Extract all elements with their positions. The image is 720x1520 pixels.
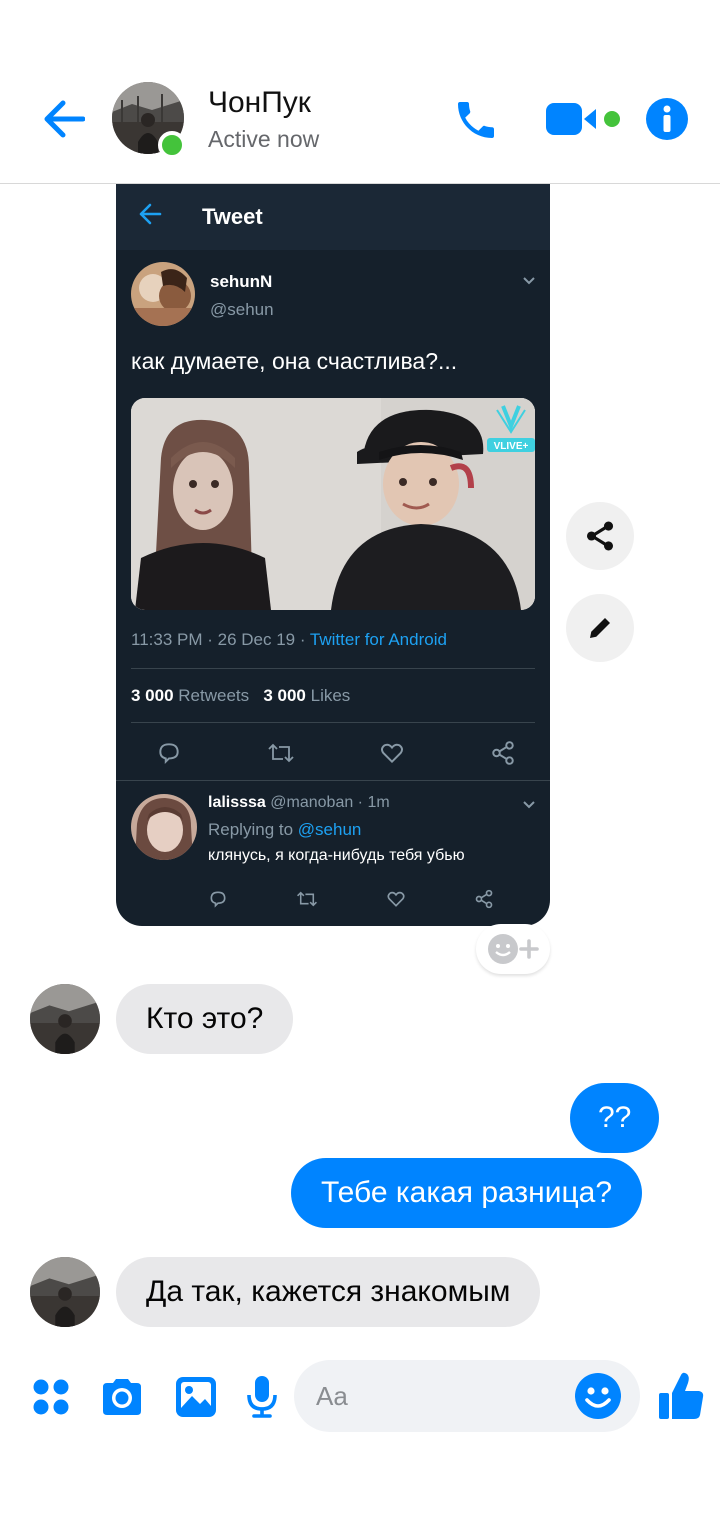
- tweet-stats: 3 000 Retweets 3 000 Likes: [131, 686, 350, 706]
- sender-avatar[interactable]: [30, 984, 100, 1054]
- reply-context: Replying to @sehun: [208, 820, 361, 840]
- tweet-meta: 11:33 PM · 26 Dec 19 · Twitter for Andro…: [131, 630, 447, 650]
- reply-separator: [116, 780, 550, 781]
- gallery-button[interactable]: [174, 1374, 218, 1420]
- likes-label: Likes: [310, 686, 351, 705]
- retweets-label: Retweets: [178, 686, 250, 705]
- like-icon: [387, 891, 405, 907]
- shared-tweet-image[interactable]: Tweet sehunN @sehun как думаете, она сча…: [116, 184, 550, 926]
- tweet-divider: [131, 722, 535, 723]
- message-incoming[interactable]: Кто это?: [116, 984, 294, 1054]
- tweet-topbar-title: Tweet: [202, 204, 263, 229]
- camera-button[interactable]: [98, 1374, 146, 1420]
- message-outgoing[interactable]: ??: [570, 1083, 660, 1153]
- back-arrow-icon: [44, 100, 85, 138]
- like-icon: [381, 743, 404, 764]
- replying-prefix: Replying to: [208, 820, 298, 839]
- chevron-down-icon: [523, 277, 535, 285]
- reply-author-name: lalisssa: [208, 794, 266, 811]
- sender-avatar[interactable]: [30, 1257, 100, 1327]
- online-status-dot: [158, 131, 186, 159]
- tweet-actions: [156, 740, 516, 766]
- info-icon: [646, 98, 688, 140]
- message-input[interactable]: [316, 1360, 566, 1432]
- reply-author-meta: @manoban · 1m: [265, 794, 390, 811]
- reply-text: клянусь, я когда-нибудь тебя убью: [208, 847, 465, 864]
- back-button[interactable]: [40, 96, 86, 142]
- more-apps-button[interactable]: [30, 1374, 72, 1420]
- message-input-container: [294, 1360, 640, 1432]
- share-icon: [586, 521, 614, 551]
- tweet-topbar: Tweet: [116, 184, 550, 250]
- reply-actions: [208, 888, 494, 910]
- add-reaction-icon: [488, 934, 539, 964]
- tweet-back-arrow-icon: [139, 203, 162, 225]
- emoji-button[interactable]: [574, 1372, 622, 1420]
- retweets-count: 3 000: [131, 686, 174, 705]
- gallery-icon: [176, 1377, 216, 1417]
- pencil-icon: [590, 618, 610, 638]
- tweet-share-icon: [475, 889, 493, 909]
- reply-icon: [210, 891, 226, 908]
- tweet-author-avatar: [131, 262, 195, 326]
- video-camera-icon: [546, 103, 620, 135]
- add-reaction-button[interactable]: [476, 924, 550, 974]
- contact-status: Active now: [208, 126, 320, 152]
- edit-button[interactable]: [566, 594, 634, 662]
- reply-author-avatar: [131, 794, 197, 860]
- apps-grid-icon: [33, 1379, 69, 1415]
- like-send-button[interactable]: [656, 1370, 706, 1422]
- message-incoming[interactable]: Да так, кажется знакомым: [116, 1257, 541, 1327]
- tweet-share-icon: [492, 741, 514, 765]
- voice-call-button[interactable]: [450, 94, 502, 146]
- thumbs-up-icon: [659, 1372, 704, 1419]
- tweet-author-name: sehunN: [210, 272, 273, 291]
- emoji-icon: [575, 1373, 621, 1419]
- retweet-icon: [268, 743, 294, 763]
- conversation-header: ЧонПук Active now: [0, 0, 720, 184]
- replying-handle: @sehun: [297, 820, 362, 839]
- info-button[interactable]: [644, 96, 690, 142]
- tweet-source: Twitter for Android: [309, 630, 447, 649]
- message-outgoing[interactable]: Тебе какая разница?: [291, 1158, 643, 1228]
- microphone-icon: [247, 1376, 277, 1418]
- video-call-button[interactable]: [544, 96, 624, 142]
- share-button[interactable]: [566, 502, 634, 570]
- tweet-timestamp: 11:33 PM · 26 Dec 19 ·: [131, 630, 310, 649]
- reply-header: lalisssa @manoban · 1m: [208, 794, 390, 812]
- contact-name[interactable]: ЧонПук: [208, 86, 311, 120]
- tweet-text: как думаете, она счастлива?...: [131, 348, 458, 374]
- vlive-badge: VLIVE+: [494, 441, 529, 452]
- phone-icon: [458, 102, 494, 138]
- camera-icon: [103, 1379, 141, 1415]
- reply-icon: [159, 743, 179, 765]
- tweet-author-handle: @sehun: [210, 300, 274, 319]
- retweet-icon: [297, 891, 317, 907]
- voice-message-button[interactable]: [244, 1374, 280, 1420]
- tweet-media-photo: VLIVE+: [131, 398, 535, 610]
- likes-count: 3 000: [263, 686, 306, 705]
- tweet-divider: [131, 668, 535, 669]
- chevron-down-icon: [523, 801, 535, 809]
